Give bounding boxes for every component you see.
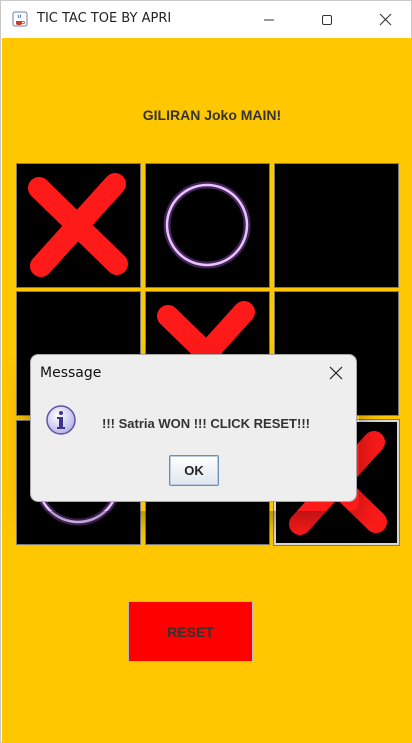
close-icon [379,13,391,26]
reset-button[interactable]: RESET [128,601,253,662]
dialog-title: Message [40,365,102,381]
minimize-button[interactable] [241,1,297,38]
game-window: TIC TAC TOE BY APRI GILIRAN Joko MAIN! R… [0,0,412,743]
maximize-icon [322,14,332,25]
board-cell-0-1[interactable] [145,163,270,288]
close-icon [329,366,343,380]
window-title: TIC TAC TOE BY APRI [37,11,172,26]
dialog-close-button[interactable] [327,364,345,382]
board-cell-0-0[interactable] [16,163,141,288]
turn-label: GILIRAN Joko MAIN! [142,107,282,123]
x-mark-icon [28,173,128,277]
minimize-icon [264,19,274,20]
java-cup-icon [12,11,28,27]
dialog-message: !!! Satria WON !!! CLICK RESET!!! [102,416,310,431]
maximize-button[interactable] [299,1,355,38]
message-dialog: Message !!! Satria WON !!! CLICK RESET!!… [30,354,357,502]
close-button[interactable] [357,1,412,38]
board-cell-0-2[interactable] [274,163,399,288]
title-bar: TIC TAC TOE BY APRI [1,1,411,38]
o-mark-icon [163,181,251,269]
info-icon [45,404,77,436]
ok-button[interactable]: OK [169,455,219,486]
